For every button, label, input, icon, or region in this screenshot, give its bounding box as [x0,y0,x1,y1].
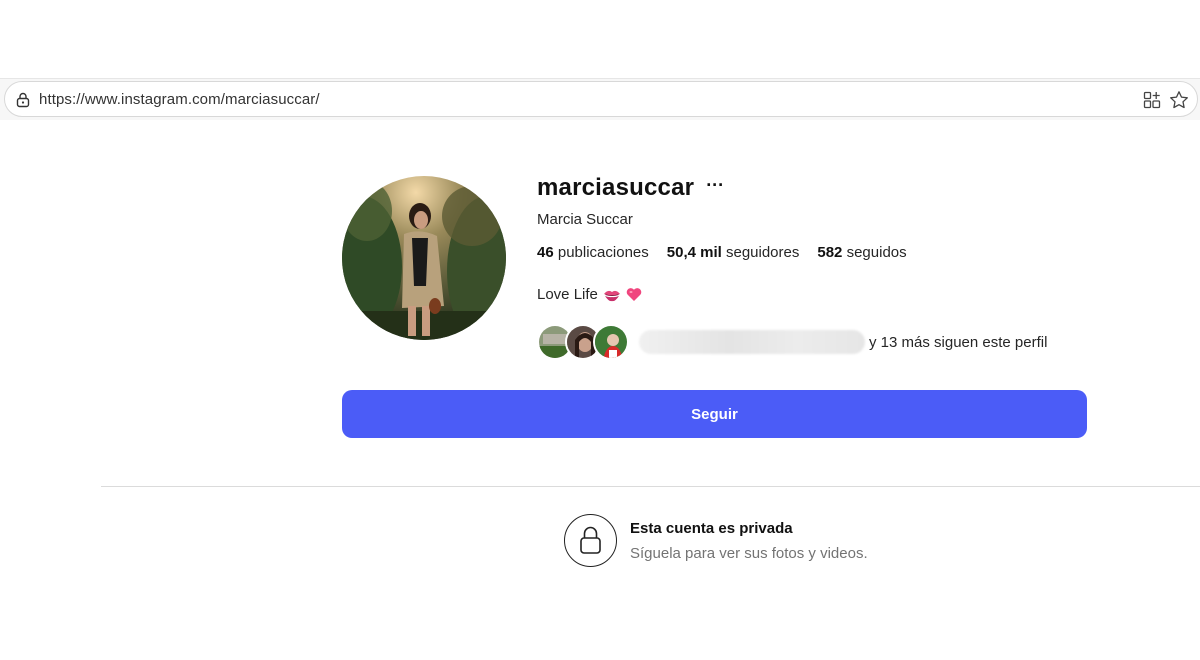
following-stat[interactable]: 582 seguidos [817,244,906,261]
site-info-icon[interactable] [15,92,31,108]
blurred-follower-names [639,330,865,354]
address-bar[interactable]: https://www.instagram.com/marciasuccar/ [4,81,1198,117]
heart-icon [626,288,642,301]
add-app-icon[interactable] [1143,91,1161,109]
follower-avatar[interactable] [593,324,629,360]
section-divider [101,486,1200,487]
private-account-lock-icon [564,514,617,567]
followers-count: 50,4 mil [666,244,722,261]
follow-button[interactable]: Seguir [342,390,1087,438]
kiss-mark-icon [603,290,620,301]
favorite-star-icon[interactable] [1169,90,1189,110]
private-account-title: Esta cuenta es privada [630,520,793,537]
profile-bio: Love Life [537,286,642,303]
avatar-photo [342,176,506,340]
posts-label: publicaciones [557,244,649,261]
followers-stat[interactable]: 50,4 mil seguidores [667,244,800,261]
profile-username: marciasuccar [537,174,695,201]
username-row: marciasuccar ··· [537,174,724,202]
following-label: seguidos [846,244,907,261]
posts-stat: 46 publicaciones [537,244,649,261]
bio-text: Love Life [537,286,598,303]
private-account-subtitle: Síguela para ver sus fotos y videos. [630,545,868,562]
profile-full-name: Marcia Succar [537,211,633,228]
followed-by-text[interactable]: y 13 más siguen este perfil [869,334,1047,351]
following-count: 582 [817,244,843,261]
followers-label: seguidores [725,244,800,261]
profile-avatar[interactable] [342,176,506,340]
followed-by-row[interactable]: y 13 más siguen este perfil [537,324,1047,360]
url-text[interactable]: https://www.instagram.com/marciasuccar/ [39,91,320,108]
browser-toolbar: https://www.instagram.com/marciasuccar/ [0,78,1200,120]
posts-count: 46 [537,244,554,261]
more-options-button[interactable]: ··· [706,175,724,196]
profile-stats: 46 publicaciones 50,4 mil seguidores 582… [537,244,907,261]
